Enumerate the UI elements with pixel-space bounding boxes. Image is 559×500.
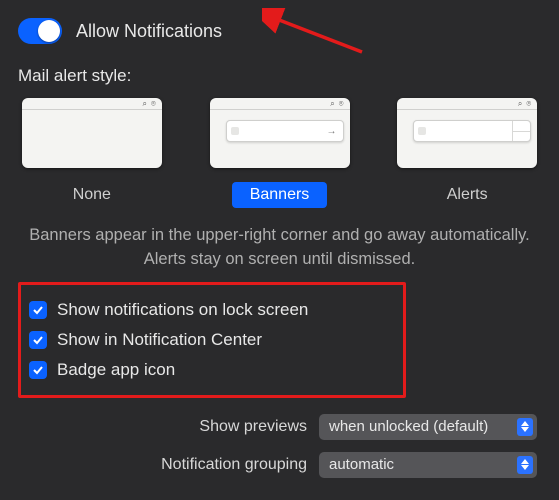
annotation-highlight-box: Show notifications on lock screen Show i… bbox=[18, 282, 406, 398]
show-previews-label: Show previews bbox=[199, 418, 307, 436]
search-icon: ⌕ bbox=[143, 100, 147, 108]
checkbox-notification-center[interactable]: Show in Notification Center bbox=[29, 325, 391, 355]
checkbox-label: Badge app icon bbox=[57, 360, 175, 380]
updown-icon bbox=[517, 418, 533, 436]
alert-style-none[interactable]: ⌕⌾ None bbox=[18, 98, 166, 208]
allow-notifications-toggle[interactable] bbox=[18, 18, 62, 44]
checkbox-label: Show notifications on lock screen bbox=[57, 300, 308, 320]
alert-style-banners[interactable]: ⌕ ⌾ → Banners bbox=[206, 98, 354, 208]
alert-style-description: Banners appear in the upper-right corner… bbox=[18, 224, 541, 272]
alert-style-heading: Mail alert style: bbox=[18, 66, 541, 86]
checkbox-lock-screen[interactable]: Show notifications on lock screen bbox=[29, 295, 391, 325]
alert-style-label: Banners bbox=[232, 182, 328, 208]
control-center-icon: ⌾ bbox=[151, 100, 156, 108]
checkbox-label: Show in Notification Center bbox=[57, 330, 262, 350]
checkbox-icon bbox=[29, 361, 47, 379]
alert-style-label: None bbox=[55, 182, 129, 208]
updown-icon bbox=[517, 456, 533, 474]
alert-style-thumb-alerts: ⌕⌾ bbox=[397, 98, 537, 168]
alert-preview bbox=[413, 120, 531, 142]
select-value: automatic bbox=[329, 456, 517, 473]
notification-grouping-label: Notification grouping bbox=[161, 456, 307, 474]
allow-notifications-label: Allow Notifications bbox=[76, 21, 222, 42]
show-previews-select[interactable]: when unlocked (default) bbox=[319, 414, 537, 440]
notification-grouping-select[interactable]: automatic bbox=[319, 452, 537, 478]
search-icon: ⌕ bbox=[518, 100, 522, 108]
control-center-icon: ⌾ bbox=[526, 100, 531, 108]
control-center-icon: ⌾ bbox=[339, 100, 344, 108]
select-value: when unlocked (default) bbox=[329, 418, 517, 435]
toggle-knob bbox=[38, 20, 60, 42]
alert-style-label: Alerts bbox=[429, 182, 506, 208]
checkbox-icon bbox=[29, 301, 47, 319]
alert-style-alerts[interactable]: ⌕⌾ Alerts bbox=[393, 98, 541, 208]
banner-preview: → bbox=[226, 120, 344, 142]
alert-style-thumb-none: ⌕⌾ bbox=[22, 98, 162, 168]
checkbox-icon bbox=[29, 331, 47, 349]
search-icon: ⌕ bbox=[330, 100, 334, 108]
checkbox-badge-icon[interactable]: Badge app icon bbox=[29, 355, 391, 385]
alert-style-thumb-banners: ⌕ ⌾ → bbox=[210, 98, 350, 168]
